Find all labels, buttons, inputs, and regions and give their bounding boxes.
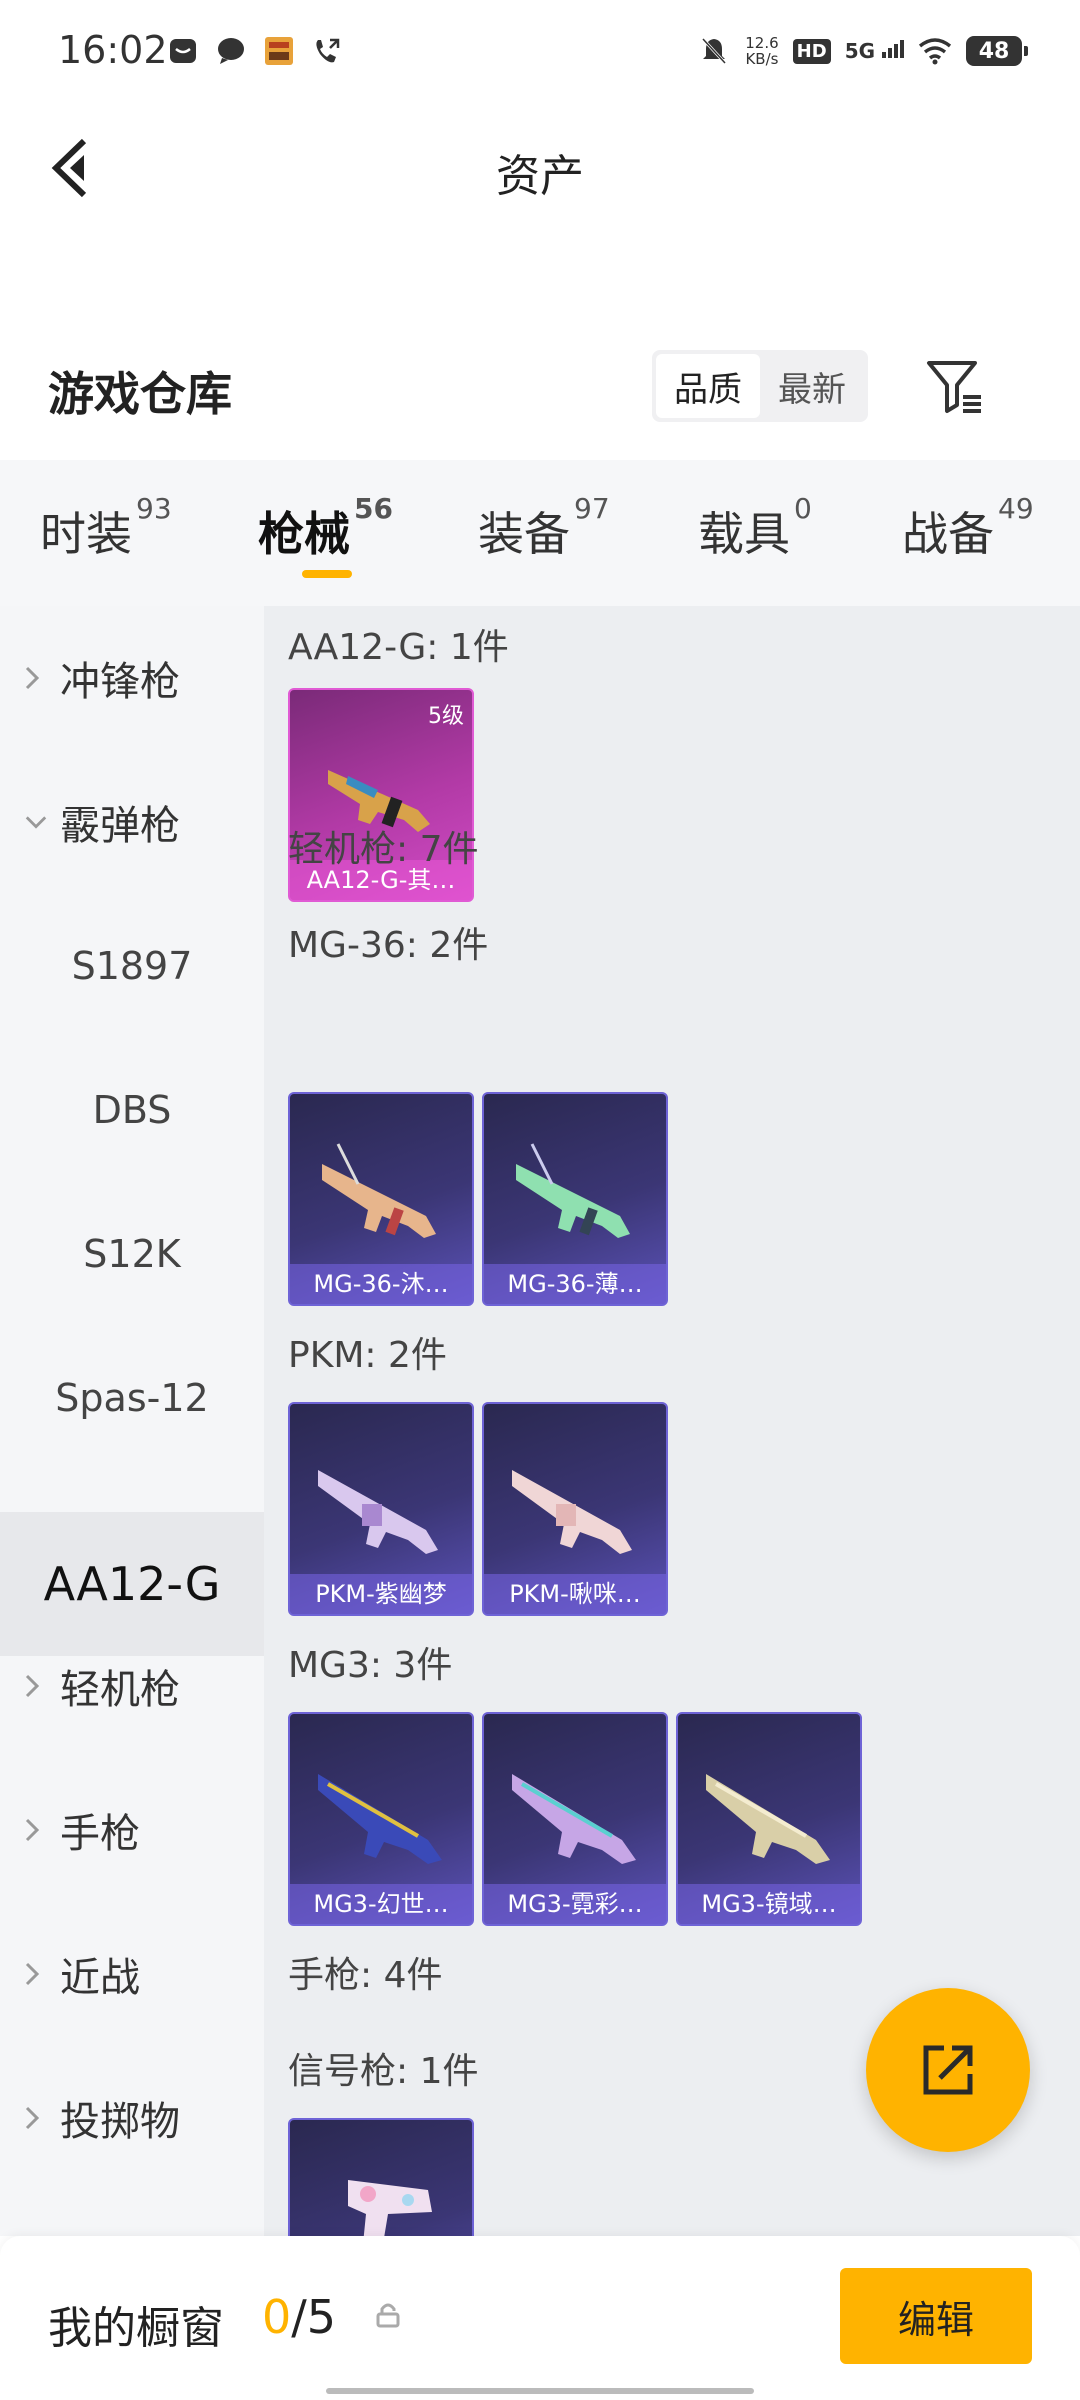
chat-bubble-icon [214,34,248,68]
weapon-name: PKM-紫幽梦 [290,1574,472,1614]
chevron-right-icon [24,2105,48,2131]
filter-button[interactable] [920,352,988,420]
group-label-mg3: MG3: 3件 [288,1645,453,1686]
showcase-count: 0/5 [262,2290,337,2344]
status-bar: 16:02 12.6 KB/s HD 5G 48 [0,0,1080,100]
weapon-card[interactable]: MG3-镜域… [676,1712,862,1926]
group-label-flare-gun: 信号枪: 1件 [288,2051,479,2092]
category-tabs: 时装 93 枪械 56 装备 97 载具 0 战备 49 [0,460,1080,606]
chevron-right-icon [24,665,48,691]
active-tab-indicator [302,570,352,578]
group-label-pistol: 手枪: 4件 [288,1955,443,1996]
tab-fashion[interactable]: 时装 93 [40,492,172,564]
machine-gun-skin-image [512,1774,636,1864]
rifle-skin-image [516,1143,630,1238]
lock-icon [376,2302,400,2332]
group-label-aa12g: AA12-G: 1件 [288,627,509,668]
network-5g: 5G [845,39,904,63]
warehouse-title: 游戏仓库 [48,367,232,421]
machine-gun-skin-image [318,1470,438,1554]
tab-firearms[interactable]: 枪械 56 [258,492,393,564]
battery-indicator: 48 [966,36,1028,66]
weapon-card[interactable]: MG-36-薄… [482,1092,668,1306]
rifle-skin-image [322,1143,436,1238]
sort-toggle: 品质 最新 [652,350,868,422]
sidebar-item-shotgun[interactable]: 霰弹枪 [0,750,264,894]
message-app-icon [166,34,200,68]
group-label-lmg: 轻机枪: 7件 [288,829,479,870]
weapon-name: MG-36-沐… [290,1264,472,1304]
sort-option-quality[interactable]: 品质 [656,354,760,418]
sidebar-item-lmg[interactable]: 轻机枪 [0,1614,264,1758]
edit-button[interactable]: 编辑 [840,2268,1032,2364]
weapon-name: PKM-啾咪… [484,1574,666,1614]
tab-equipment[interactable]: 装备 97 [478,492,610,564]
weapon-name: MG-36-薄… [484,1264,666,1304]
weapon-card[interactable]: PKM-啾咪… [482,1402,668,1616]
hd-badge: HD [792,38,831,64]
filter-icon [927,361,981,413]
home-indicator [326,2388,754,2394]
game-app-icon [262,34,296,68]
weapon-card[interactable]: MG3-幻世… [288,1712,474,1926]
chevron-down-icon [24,814,48,830]
weapon-name: MG3-镜域… [678,1884,860,1924]
mute-bell-icon [697,34,731,68]
group-label-mg36: MG-36: 2件 [288,925,489,966]
sidebar-subitem-s1897[interactable]: S1897 [0,894,264,1038]
showcase-bar: 我的橱窗 0/5 编辑 [0,2236,1080,2400]
sidebar-subitem-dbs[interactable]: DBS [0,1038,264,1182]
sidebar-subitem-spas12[interactable]: Spas-12 [0,1326,264,1470]
weapon-card[interactable]: MG-36-沐… [288,1092,474,1306]
signal-bars-icon [882,40,904,58]
flare-gun-skin-image [348,2180,432,2236]
machine-gun-skin-image [706,1774,830,1864]
chevron-right-icon [24,1817,48,1843]
weapon-card[interactable]: MG3-霓彩… [482,1712,668,1926]
sidebar-item-smg[interactable]: 冲锋枪 [0,606,264,750]
weapon-name: MG3-霓彩… [484,1884,666,1924]
net-speed: 12.6 KB/s [745,34,779,68]
share-icon [923,2045,973,2095]
sidebar-item-pistol[interactable]: 手枪 [0,1758,264,1902]
weapon-name: MG3-幻世… [290,1884,472,1924]
status-time: 16:02 [58,28,168,72]
machine-gun-skin-image [318,1774,442,1864]
machine-gun-skin-image [512,1470,632,1554]
share-button[interactable] [866,1988,1030,2152]
chevron-right-icon [24,1961,48,1987]
weapon-category-sidebar: 冲锋枪 霰弹枪 S1897 DBS S12K Spas-12 AA12-G 轻机… [0,606,264,2236]
tab-vehicles[interactable]: 载具 0 [698,492,812,564]
missed-call-icon [310,34,344,68]
group-label-pkm: PKM: 2件 [288,1335,447,1376]
status-notification-icons [166,34,344,68]
sidebar-item-throwables[interactable]: 投掷物 [0,2046,264,2190]
sidebar-subitem-s12k[interactable]: S12K [0,1182,264,1326]
weapon-card[interactable]: PKM-紫幽梦 [288,1402,474,1616]
wifi-icon [918,34,952,68]
sort-option-latest[interactable]: 最新 [760,354,864,418]
page-title: 资产 [496,151,584,202]
showcase-label: 我的橱窗 [48,2303,224,2354]
chevron-right-icon [24,1673,48,1699]
weapon-card[interactable] [288,2118,474,2236]
status-system-icons: 12.6 KB/s HD 5G 48 [697,34,1028,68]
sidebar-item-melee[interactable]: 近战 [0,1902,264,2046]
tab-battle-gear[interactable]: 战备 49 [902,492,1034,564]
